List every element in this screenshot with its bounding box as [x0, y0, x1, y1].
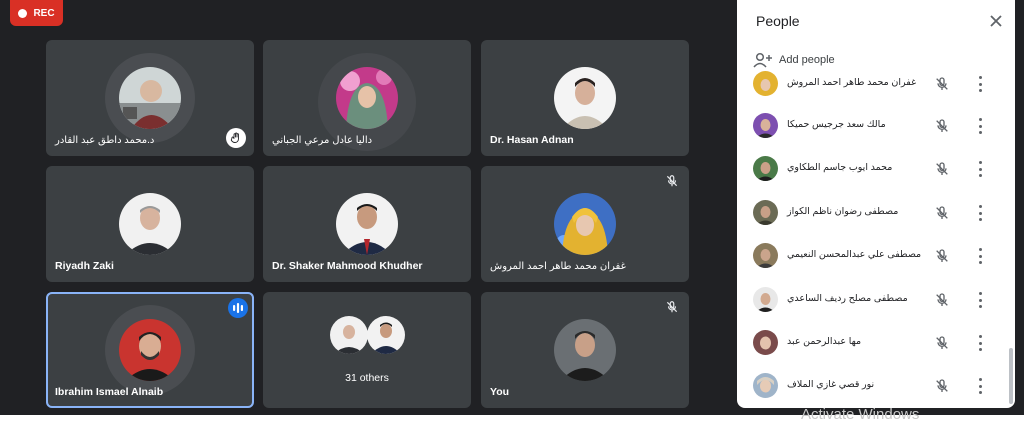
mic-off-icon: [934, 118, 950, 134]
more-vert-icon[interactable]: [975, 205, 985, 221]
meeting-stage: REC د.محمد داطق عبد القادر داليا عادل مر…: [0, 0, 1024, 415]
participant-tile[interactable]: د.محمد داطق عبد القادر: [46, 40, 254, 156]
avatar: [753, 71, 778, 96]
participant-row[interactable]: مصطفى علي عبدالمحسن النعيمي: [737, 243, 1007, 269]
participant-name: محمد ايوب جاسم الطكاوي: [787, 162, 893, 173]
hand-raise-icon: [226, 128, 246, 148]
avatar: [367, 316, 405, 354]
tile-name: غفران محمد طاهر احمد المروش: [490, 261, 626, 272]
participant-name: نور قصي غازي الملاف: [787, 379, 875, 390]
os-watermark: Activate Windows: [801, 406, 920, 423]
avatar: [753, 243, 778, 268]
avatar: [753, 200, 778, 225]
add-people-button[interactable]: Add people: [753, 50, 835, 70]
participant-tile-active[interactable]: Ibrahim Ismael Alnaib: [46, 292, 254, 408]
avatar: [753, 113, 778, 138]
participant-name: مها عبدالرحمن عبد: [787, 336, 862, 347]
recording-label: REC: [33, 7, 55, 19]
avatar: [753, 330, 778, 355]
mic-off-icon: [934, 205, 950, 221]
mic-off-icon: [934, 76, 950, 92]
add-people-label: Add people: [779, 54, 835, 66]
mic-off-icon: [934, 292, 950, 308]
speaking-icon: [228, 298, 248, 318]
more-vert-icon[interactable]: [975, 335, 985, 351]
participant-row[interactable]: مها عبدالرحمن عبد: [737, 330, 1007, 356]
mic-off-icon: [934, 378, 950, 394]
tile-name: Dr. Hasan Adnan: [490, 134, 574, 146]
avatar: [554, 319, 616, 381]
tile-name: Dr. Shaker Mahmood Khudher: [272, 260, 423, 272]
avatar: [753, 156, 778, 181]
participant-name: مصطفى مصلح رديف الساعدي: [787, 293, 908, 304]
avatar: [119, 193, 181, 255]
mic-off-icon: [934, 161, 950, 177]
participant-name: مالك سعد جرجيس حميكا: [787, 119, 886, 130]
more-vert-icon[interactable]: [975, 378, 985, 394]
mic-off-icon: [665, 174, 679, 188]
panel-title: People: [756, 13, 800, 29]
participant-name: مصطفى رضوان ناظم الكواز: [787, 206, 899, 217]
participant-name: مصطفى علي عبدالمحسن النعيمي: [787, 249, 922, 260]
self-tile[interactable]: You: [481, 292, 689, 408]
avatar: [330, 316, 368, 354]
participant-row[interactable]: مالك سعد جرجيس حميكا: [737, 113, 1007, 139]
participant-tile[interactable]: Dr. Hasan Adnan: [481, 40, 689, 156]
record-dot-icon: [18, 8, 28, 18]
participant-row[interactable]: نور قصي غازي الملاف: [737, 373, 1007, 399]
participant-tile[interactable]: غفران محمد طاهر احمد المروش: [481, 166, 689, 282]
avatar: [119, 67, 181, 129]
participant-row[interactable]: مصطفى رضوان ناظم الكواز: [737, 200, 1007, 226]
more-vert-icon[interactable]: [975, 292, 985, 308]
participant-tile[interactable]: Riyadh Zaki: [46, 166, 254, 282]
recording-indicator: REC: [10, 0, 63, 26]
participant-name: غفران محمد طاهر احمد المروش: [787, 77, 917, 88]
mic-off-icon: [934, 335, 950, 351]
participant-tile[interactable]: داليا عادل مرعي الجباني: [263, 40, 471, 156]
avatar: [336, 67, 398, 129]
close-icon[interactable]: [987, 12, 1005, 30]
participant-row[interactable]: محمد ايوب جاسم الطكاوي: [737, 156, 1007, 182]
people-panel: People Add people غفران محمد طاهر احمد ا…: [737, 0, 1015, 408]
more-vert-icon[interactable]: [975, 76, 985, 92]
mic-off-icon: [665, 300, 679, 314]
mic-off-icon: [934, 248, 950, 264]
avatar: [336, 193, 398, 255]
tile-name: د.محمد داطق عبد القادر: [55, 135, 155, 146]
more-vert-icon[interactable]: [975, 118, 985, 134]
more-vert-icon[interactable]: [975, 248, 985, 264]
avatar: [753, 373, 778, 398]
others-count: 31 others: [345, 372, 389, 384]
more-vert-icon[interactable]: [975, 161, 985, 177]
participant-tile[interactable]: Dr. Shaker Mahmood Khudher: [263, 166, 471, 282]
tile-name: داليا عادل مرعي الجباني: [272, 135, 373, 146]
avatar: [554, 67, 616, 129]
others-tile[interactable]: 31 others: [263, 292, 471, 408]
avatar: [753, 287, 778, 312]
tile-name: Ibrahim Ismael Alnaib: [55, 386, 164, 398]
participant-row[interactable]: غفران محمد طاهر احمد المروش: [737, 71, 1007, 97]
panel-scrollbar[interactable]: [1009, 348, 1013, 404]
tile-name: Riyadh Zaki: [55, 260, 114, 272]
tile-name: You: [490, 386, 510, 398]
avatar: [119, 319, 181, 381]
avatar: [554, 193, 616, 255]
participant-row[interactable]: مصطفى مصلح رديف الساعدي: [737, 287, 1007, 313]
add-person-icon: [753, 52, 772, 68]
